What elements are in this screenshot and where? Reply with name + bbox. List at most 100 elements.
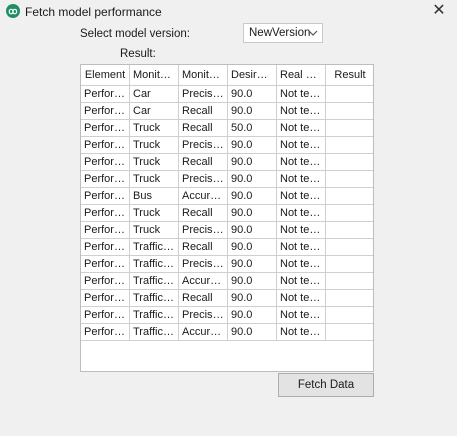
table-cell: Not test...: [276, 238, 326, 256]
table-row[interactable]: Perform... Traffic li... Precision 90.0 Not …: [81, 306, 373, 324]
table-cell: 90.0: [227, 102, 277, 120]
model-version-value: NewVersion: [249, 27, 311, 39]
table-cell: Precision: [178, 170, 228, 188]
table-cell: Not test...: [276, 323, 326, 341]
table-cell: Traffic li...: [129, 289, 179, 307]
select-model-version-label: Select model version:: [80, 28, 190, 40]
table-row[interactable]: Perform... Traffic li... Recall 90.0 Not tes…: [81, 289, 373, 307]
table-cell: Recall: [178, 204, 228, 222]
table-row[interactable]: Perform... Traffic si... Precision 90.0 Not …: [81, 255, 373, 273]
table-cell: [325, 85, 373, 103]
table-cell: Precision: [178, 221, 228, 239]
table-cell: Not test...: [276, 119, 326, 137]
table-row[interactable]: Perform... Car Precision 90.0 Not test...: [81, 85, 373, 103]
table-cell: Not test...: [276, 306, 326, 324]
result-label: Result:: [120, 48, 156, 60]
results-table[interactable]: Element Monitor... Monitor... Desired ..…: [80, 64, 374, 372]
table-cell: Traffic si...: [129, 272, 179, 290]
table-cell: Traffic li...: [129, 323, 179, 341]
table-cell: Perform...: [81, 136, 130, 154]
table-cell: [325, 289, 373, 307]
table-cell: Not test...: [276, 221, 326, 239]
column-header[interactable]: Element: [81, 65, 130, 86]
table-cell: [325, 306, 373, 324]
table-cell: Not test...: [276, 153, 326, 171]
table-cell: [325, 119, 373, 137]
table-row[interactable]: Perform... Truck Precision 90.0 Not test...: [81, 221, 373, 239]
table-cell: 90.0: [227, 85, 277, 103]
table-cell: [325, 170, 373, 188]
fetch-data-button[interactable]: Fetch Data: [278, 373, 374, 397]
table-cell: Car: [129, 85, 179, 103]
table-cell: Not test...: [276, 170, 326, 188]
column-header[interactable]: Real Val...: [276, 65, 326, 86]
table-cell: Precision: [178, 306, 228, 324]
table-cell: [325, 153, 373, 171]
table-cell: Recall: [178, 119, 228, 137]
table-cell: Bus: [129, 187, 179, 205]
table-row[interactable]: Perform... Bus Accuracy 90.0 Not test...: [81, 187, 373, 205]
table-cell: Perform...: [81, 306, 130, 324]
model-version-select[interactable]: NewVersion: [243, 23, 323, 43]
table-row[interactable]: Perform... Truck Recall 90.0 Not test...: [81, 153, 373, 171]
table-cell: [325, 204, 373, 222]
table-cell: Accuracy: [178, 187, 228, 205]
table-cell: Truck: [129, 153, 179, 171]
table-cell: [325, 272, 373, 290]
table-cell: [325, 238, 373, 256]
table-cell: Not test...: [276, 85, 326, 103]
table-cell: 90.0: [227, 153, 277, 171]
table-cell: Precision: [178, 255, 228, 273]
table-cell: Perform...: [81, 119, 130, 137]
table-row[interactable]: Perform... Truck Recall 50.0 Not test...: [81, 119, 373, 137]
table-cell: 50.0: [227, 119, 277, 137]
column-header[interactable]: Monitor...: [178, 65, 228, 86]
table-cell: Traffic si...: [129, 255, 179, 273]
table-cell: Perform...: [81, 272, 130, 290]
column-header[interactable]: Desired ...: [227, 65, 277, 86]
table-cell: Accuracy: [178, 323, 228, 341]
table-cell: Perform...: [81, 170, 130, 188]
table-cell: Truck: [129, 170, 179, 188]
table-cell: [325, 136, 373, 154]
table-cell: Truck: [129, 136, 179, 154]
table-cell: 90.0: [227, 204, 277, 222]
table-cell: Not test...: [276, 272, 326, 290]
table-cell: 90.0: [227, 323, 277, 341]
table-cell: 90.0: [227, 255, 277, 273]
table-row[interactable]: Perform... Traffic li... Accuracy 90.0 Not t…: [81, 323, 373, 341]
chevron-down-icon: [308, 24, 318, 49]
table-cell: Accuracy: [178, 272, 228, 290]
table-cell: Not test...: [276, 187, 326, 205]
table-cell: 90.0: [227, 187, 277, 205]
table-row[interactable]: Perform... Traffic si... Recall 90.0 Not tes…: [81, 238, 373, 256]
table-cell: 90.0: [227, 306, 277, 324]
table-cell: Perform...: [81, 187, 130, 205]
table-cell: Traffic li...: [129, 306, 179, 324]
table-cell: Perform...: [81, 255, 130, 273]
column-header[interactable]: Monitor...: [129, 65, 179, 86]
table-cell: Perform...: [81, 153, 130, 171]
table-row[interactable]: Perform... Truck Precision 90.0 Not test...: [81, 170, 373, 188]
table-cell: Recall: [178, 238, 228, 256]
table-cell: Recall: [178, 153, 228, 171]
table-cell: Recall: [178, 102, 228, 120]
table-cell: Perform...: [81, 323, 130, 341]
table-cell: [325, 102, 373, 120]
table-cell: [325, 221, 373, 239]
table-cell: Perform...: [81, 289, 130, 307]
table-row[interactable]: Perform... Truck Precision 90.0 Not test...: [81, 136, 373, 154]
table-cell: 90.0: [227, 272, 277, 290]
table-cell: 90.0: [227, 289, 277, 307]
table-cell: [325, 187, 373, 205]
table-header-row: Element Monitor... Monitor... Desired ..…: [81, 65, 373, 86]
close-button[interactable]: ✕: [428, 1, 450, 21]
table-cell: Traffic si...: [129, 238, 179, 256]
column-header[interactable]: Result: [325, 65, 373, 86]
table-row[interactable]: Perform... Car Recall 90.0 Not test...: [81, 102, 373, 120]
table-row[interactable]: Perform... Truck Recall 90.0 Not test...: [81, 204, 373, 222]
table-row[interactable]: Perform... Traffic si... Accuracy 90.0 Not t…: [81, 272, 373, 290]
table-cell: Car: [129, 102, 179, 120]
table-cell: 90.0: [227, 238, 277, 256]
table-cell: Truck: [129, 221, 179, 239]
